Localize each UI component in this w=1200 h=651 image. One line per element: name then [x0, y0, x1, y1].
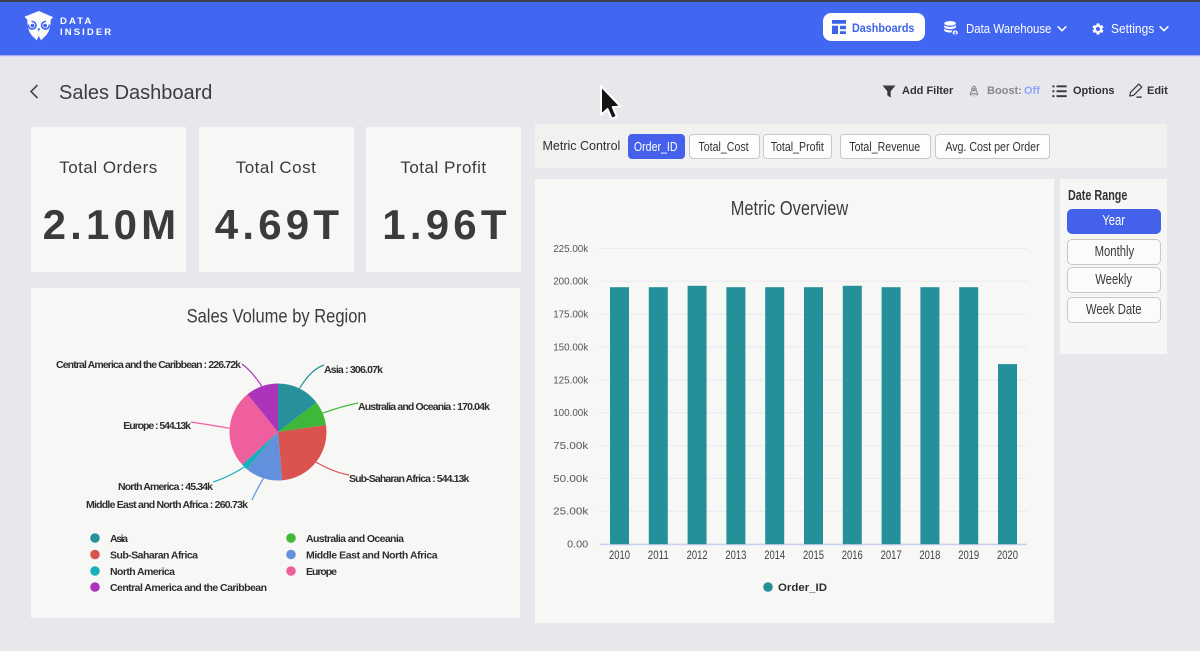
svg-text:100.00k: 100.00k: [553, 407, 589, 419]
svg-text:225.00k: 225.00k: [553, 243, 589, 255]
svg-text:2013: 2013: [725, 550, 746, 562]
svg-text:Order_ID: Order_ID: [778, 582, 827, 594]
svg-text:Europe: Europe: [306, 566, 337, 578]
svg-text:Europe : 544.13k: Europe : 544.13k: [123, 420, 191, 432]
svg-text:200.00k: 200.00k: [553, 276, 589, 288]
svg-text:Asia: Asia: [110, 533, 128, 545]
svg-text:North America : 45.34k: North America : 45.34k: [118, 481, 213, 493]
svg-text:2015: 2015: [803, 550, 824, 562]
svg-text:2011: 2011: [648, 550, 669, 562]
svg-text:150.00k: 150.00k: [553, 341, 589, 353]
svg-text:Sub-Saharan Africa: Sub-Saharan Africa: [110, 550, 198, 562]
svg-text:2017: 2017: [881, 550, 902, 562]
svg-text:2016: 2016: [842, 550, 863, 562]
svg-text:2019: 2019: [958, 550, 979, 562]
svg-text:2014: 2014: [764, 550, 785, 562]
svg-text:Middle East and North Africa: Middle East and North Africa: [306, 550, 438, 562]
svg-text:2020: 2020: [997, 550, 1018, 562]
svg-text:Central America and the Caribb: Central America and the Caribbean : 226.…: [56, 359, 241, 371]
svg-text:0.00: 0.00: [567, 539, 588, 551]
svg-text:Metric Overview: Metric Overview: [731, 198, 849, 220]
svg-text:Australia and Oceania : 170.04: Australia and Oceania : 170.04k: [358, 401, 490, 413]
svg-text:2010: 2010: [609, 550, 630, 562]
svg-text:75.00k: 75.00k: [553, 440, 589, 452]
svg-text:North America: North America: [110, 566, 175, 578]
svg-text:Sales Volume by Region: Sales Volume by Region: [187, 306, 367, 327]
svg-text:50.00k: 50.00k: [553, 473, 589, 485]
svg-text:Sub-Saharan Africa : 544.13k: Sub-Saharan Africa : 544.13k: [349, 473, 470, 485]
svg-text:Asia : 306.07k: Asia : 306.07k: [324, 364, 383, 376]
svg-text:2012: 2012: [687, 550, 708, 562]
svg-text:Middle East and North Africa :: Middle East and North Africa : 260.73k: [86, 499, 248, 511]
svg-text:Central America and the Caribb: Central America and the Caribbean: [110, 582, 267, 594]
svg-text:25.00k: 25.00k: [553, 506, 589, 518]
svg-text:175.00k: 175.00k: [553, 309, 589, 321]
svg-text:2018: 2018: [919, 550, 940, 562]
svg-text:Australia and Oceania: Australia and Oceania: [306, 533, 404, 545]
svg-text:125.00k: 125.00k: [553, 374, 589, 386]
